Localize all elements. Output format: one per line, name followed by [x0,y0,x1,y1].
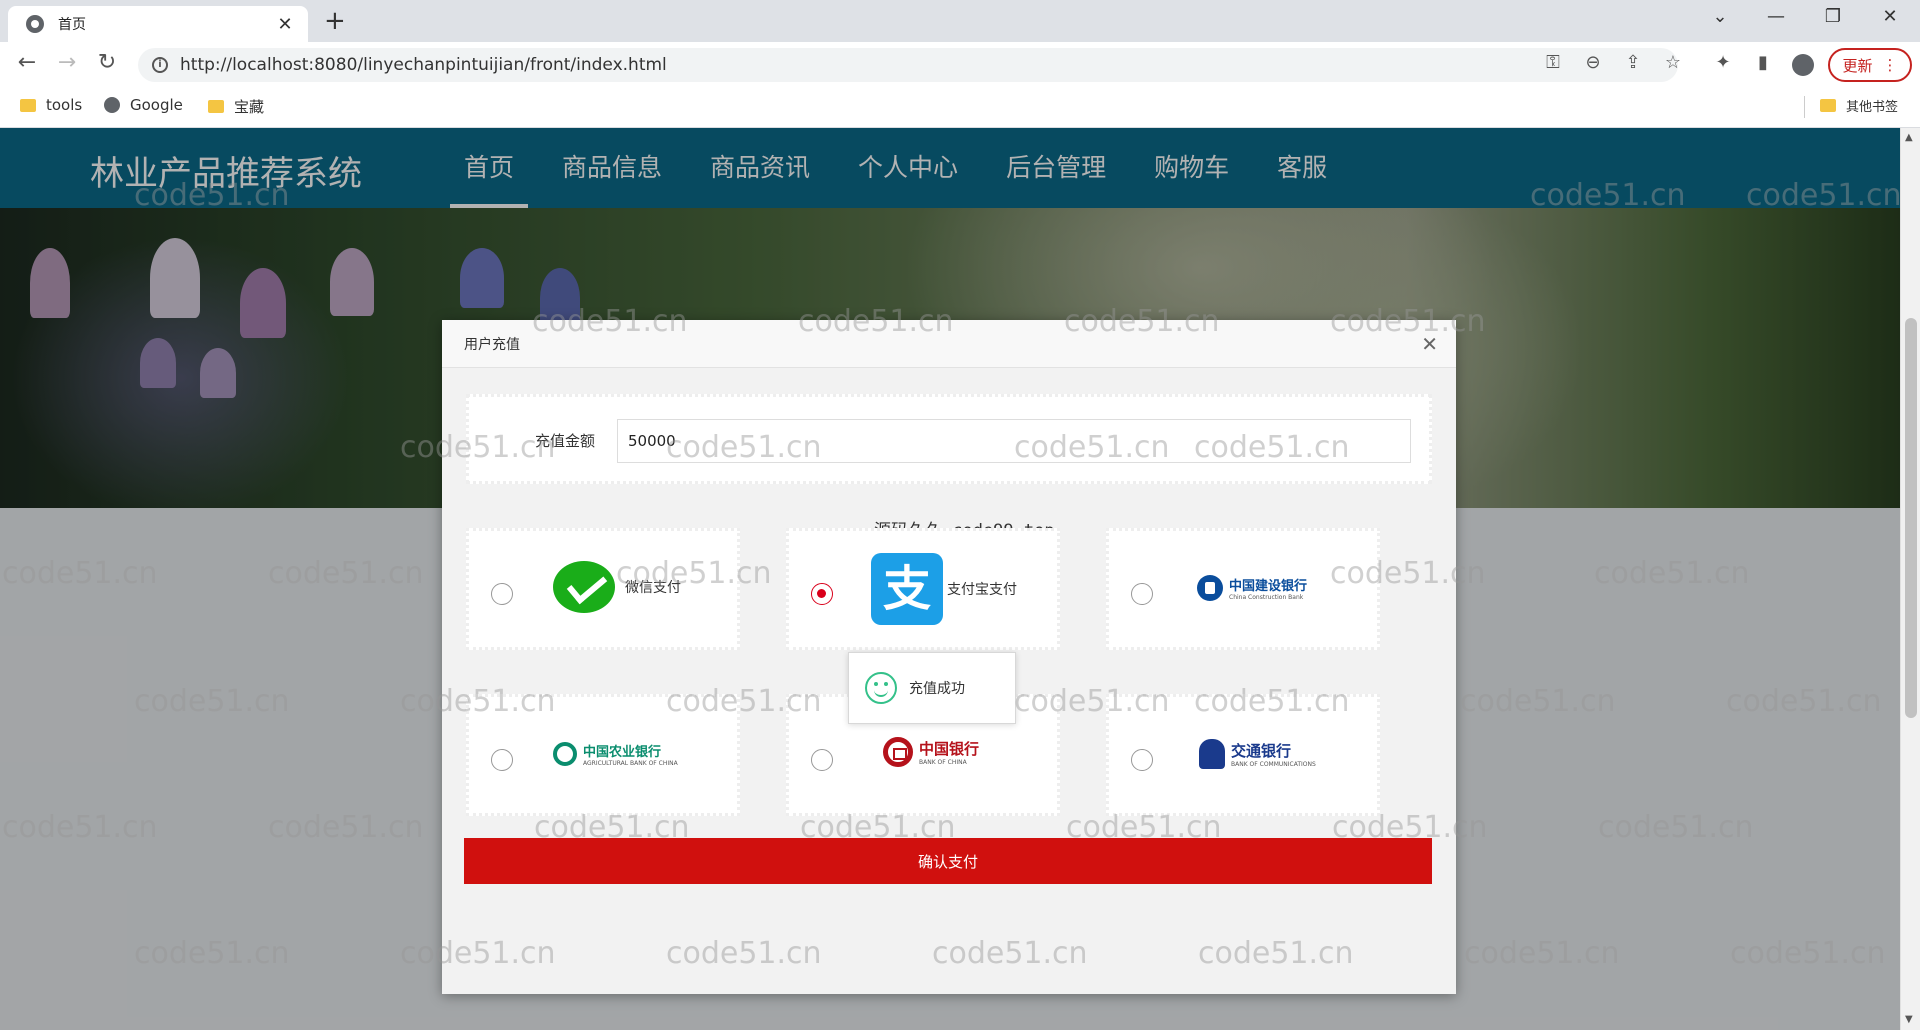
bank-name-en: China Construction Bank [1229,594,1304,601]
payment-radio-boc[interactable] [811,749,833,771]
bookmarks-bar: tools Google 宝藏 其他书签 [0,88,1920,128]
payment-radio-bocom[interactable] [1131,749,1153,771]
confirm-payment-button[interactable]: 确认支付 [464,838,1432,884]
tab-title: 首页 [58,17,86,33]
folder-icon [1820,99,1836,112]
payment-option-wechat[interactable]: 微信支付 [466,528,740,650]
wechat-icon [553,561,615,613]
amount-label: 充值金额 [535,432,596,450]
payment-radio-ccb[interactable] [1131,583,1153,605]
success-toast: 充值成功 [848,652,1016,724]
bocom-icon [1199,739,1225,769]
profile-avatar-icon[interactable] [1792,54,1814,76]
globe-icon [26,15,44,33]
payment-name: 微信支付 [625,580,681,596]
bank-name-cn: 中国农业银行 [583,745,662,760]
other-bookmarks[interactable]: 其他书签 [1820,96,1898,115]
bank-name-en: BANK OF CHINA [919,759,967,766]
tab-search-icon[interactable]: ⌄ [1700,6,1740,27]
bookmark-star-icon[interactable]: ☆ [1660,52,1686,73]
key-icon[interactable]: ⚿ [1540,52,1566,73]
close-icon[interactable]: ✕ [1421,332,1438,356]
ccb-icon [1197,575,1223,601]
address-bar[interactable]: i http://localhost:8080/linyechanpintuij… [138,48,1678,82]
abc-icon [553,742,577,766]
share-icon[interactable]: ⇪ [1620,52,1646,73]
browser-tabbar: 首页 ✕ + ⌄ — ❐ ✕ [0,0,1920,42]
bank-name-cn: 中国银行 [919,740,980,758]
website-viewport: 林业产品推荐系统 首页 商品信息 商品资讯 个人中心 后台管理 购物车 客服 用… [0,128,1900,1030]
amount-section: 充值金额 [466,394,1432,484]
bookmark-label: Google [130,96,183,114]
address-toolbar: ← → ↻ i http://localhost:8080/linyechanp… [0,42,1920,88]
reload-icon[interactable]: ↻ [92,50,122,75]
url-text: http://localhost:8080/linyechanpintuijia… [180,55,667,75]
back-icon[interactable]: ← [12,50,42,75]
bank-name-en: AGRICULTURAL BANK OF CHINA [583,760,678,767]
side-panel-icon[interactable]: ▮ [1750,52,1776,73]
forward-icon[interactable]: → [52,50,82,75]
payment-option-alipay[interactable]: 支 支付宝支付 [786,528,1060,650]
new-tab-button[interactable]: + [324,8,346,34]
window-close-icon[interactable]: ✕ [1870,6,1910,27]
bank-name-cn: 交通银行 [1231,742,1292,760]
minimize-icon[interactable]: — [1756,6,1796,27]
recharge-modal: 用户充值 ✕ 充值金额 源码久久-code99.top 微信支付 支 支付宝支付 [442,320,1456,994]
payment-option-ccb[interactable]: 中国建设银行 China Construction Bank [1106,528,1380,650]
payment-radio-abc[interactable] [491,749,513,771]
payment-option-bocom[interactable]: 交通银行 BANK OF COMMUNICATIONS [1106,694,1380,816]
bank-name-cn: 中国建设银行 [1229,579,1308,594]
extensions-icon[interactable]: ✦ [1710,52,1736,73]
payment-name: 支付宝支付 [947,582,1017,598]
payment-radio-wechat[interactable] [491,583,513,605]
folder-icon [208,100,224,113]
bookmark-google[interactable]: Google [104,96,183,114]
site-info-icon[interactable]: i [152,57,168,73]
bookmark-label: 宝藏 [234,98,265,116]
update-button[interactable]: 更新 ⋮ [1828,48,1912,82]
smile-icon [865,672,897,704]
alipay-icon: 支 [871,553,943,625]
menu-dots-icon: ⋮ [1882,56,1898,74]
scroll-thumb[interactable] [1905,318,1917,718]
zoom-icon[interactable]: ⊖ [1580,52,1606,73]
bookmark-baozang[interactable]: 宝藏 [208,96,264,117]
bank-name-en: BANK OF COMMUNICATIONS [1231,761,1316,768]
modal-title: 用户充值 [464,337,520,353]
amount-input[interactable] [617,419,1411,463]
boc-icon [883,737,913,767]
modal-header: 用户充值 ✕ [442,320,1456,368]
globe-icon [104,97,120,113]
browser-tab[interactable]: 首页 ✕ [8,6,308,42]
scroll-down-icon[interactable]: ▼ [1905,1014,1913,1025]
bookmark-label: tools [46,96,83,114]
payment-option-abc[interactable]: 中国农业银行 AGRICULTURAL BANK OF CHINA [466,694,740,816]
bookmark-tools[interactable]: tools [20,96,82,114]
other-bookmarks-label: 其他书签 [1846,100,1899,115]
update-label: 更新 [1842,56,1873,75]
toast-message: 充值成功 [909,681,965,697]
payment-radio-alipay[interactable] [811,583,833,605]
page-scrollbar[interactable]: ▲ ▼ [1900,128,1920,1030]
scroll-up-icon[interactable]: ▲ [1905,132,1913,143]
bookmark-separator [1804,96,1805,118]
restore-icon[interactable]: ❐ [1813,6,1853,27]
tab-close-icon[interactable]: ✕ [274,14,296,35]
folder-icon [20,98,36,112]
